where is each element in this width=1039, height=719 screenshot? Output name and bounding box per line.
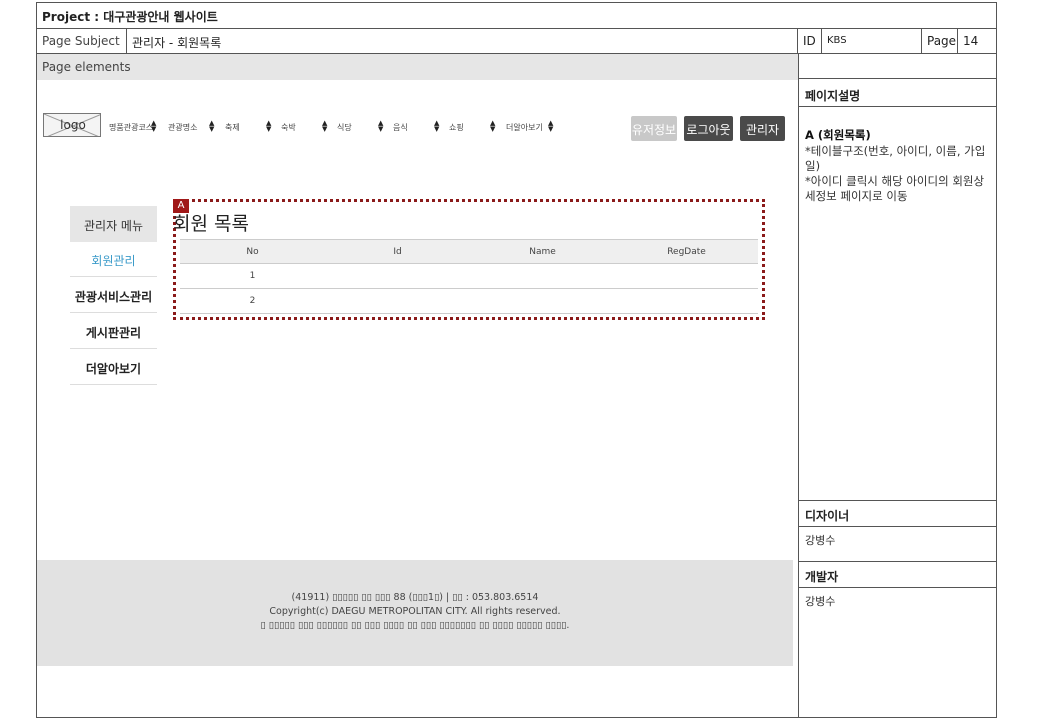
select-arrows-icon: ▲ ▼ (209, 119, 215, 133)
divider (799, 526, 997, 527)
page-elements-label: Page elements (42, 60, 131, 74)
sidebar-item-tour-services[interactable]: 관광서비스관리 (70, 277, 157, 313)
menu-label: 쇼핑 (449, 123, 464, 132)
site-logo[interactable]: logo (43, 113, 101, 137)
description-panel: 페이지설명 A (회원목록) *테이블구조(번호, 아이디, 이름, 가입일) … (798, 54, 997, 718)
menu-select-attractions[interactable]: 관광명소 ▲ ▼ (168, 119, 218, 137)
divider (799, 106, 997, 107)
sidebar-item-more[interactable]: 더알아보기 (70, 349, 157, 385)
page-elements-bar: Page elements (37, 54, 798, 80)
table-header-row: No Id Name RegDate (180, 239, 758, 264)
developer-title: 개발자 (805, 570, 839, 584)
description-title: 페이지설명 (805, 89, 861, 103)
id-value: KBS (822, 29, 922, 53)
menu-label: 축제 (225, 123, 240, 132)
cell-name (470, 263, 615, 289)
select-arrows-icon: ▲ ▼ (322, 119, 328, 133)
page-number: 14 (963, 34, 979, 48)
subject-value: 관리자 - 회원목록 (127, 29, 798, 53)
cell-name (470, 288, 615, 314)
select-arrows-icon: ▲ ▼ (266, 119, 272, 133)
divider (799, 500, 997, 501)
menu-label: 더알아보기 (506, 123, 543, 132)
menu-select-festival[interactable]: 축제 ▲ ▼ (225, 119, 275, 137)
menu-select-more[interactable]: 더알아보기 ▲ ▼ (506, 119, 558, 137)
column-header-no[interactable]: No (180, 239, 325, 264)
sidebar-item-members[interactable]: 회원관리 (70, 241, 157, 277)
select-arrows-icon: ▲ ▼ (151, 119, 157, 133)
footer-address: (41911) ▯▯▯▯▯ ▯▯ ▯▯▯ 88 (▯▯▯1▯) | ▯▯ : 0… (291, 592, 539, 603)
menu-select-food[interactable]: 음식 ▲ ▼ (393, 119, 443, 137)
site-footer: (41911) ▯▯▯▯▯ ▯▯ ▯▯▯ 88 (▯▯▯1▯) | ▯▯ : 0… (37, 560, 793, 666)
page-label: Page (922, 29, 958, 53)
subject-label: Page Subject (37, 29, 127, 53)
column-header-name[interactable]: Name (470, 239, 615, 264)
divider (799, 587, 997, 588)
cell-no: 2 (180, 288, 325, 314)
menu-label: 식당 (337, 123, 352, 132)
sidebar-title: 관리자 메뉴 (70, 206, 157, 242)
column-header-id[interactable]: Id (325, 239, 470, 264)
cell-regdate (615, 288, 758, 314)
table-row: 1 (180, 263, 758, 289)
menu-label: 명품관광코스 (109, 123, 154, 132)
admin-button[interactable]: 관리자 (740, 116, 785, 141)
cell-id[interactable] (325, 288, 470, 314)
id-label: ID (798, 29, 822, 53)
member-table: No Id Name RegDate 1 2 (180, 239, 758, 314)
menu-select-restaurant[interactable]: 식당 ▲ ▼ (337, 119, 387, 137)
menu-label: 관광명소 (168, 123, 198, 132)
menu-label: 숙박 (281, 123, 296, 132)
subject-row: Page Subject 관리자 - 회원목록 ID KBS Page 14 (37, 29, 996, 54)
description-line: *아이디 클릭시 해당 아이디의 회원상세정보 페이지로 이동 (805, 174, 985, 203)
logout-button[interactable]: 로그아웃 (684, 116, 733, 141)
cell-id[interactable] (325, 263, 470, 289)
wireframe-frame: Project : 대구관광안내 웹사이트 Page Subject 관리자 -… (36, 2, 997, 718)
cell-regdate (615, 263, 758, 289)
table-row: 2 (180, 288, 758, 314)
divider (799, 561, 997, 562)
designer-title: 디자이너 (805, 509, 850, 523)
select-arrows-icon: ▲ ▼ (434, 119, 440, 133)
menu-select-course[interactable]: 명품관광코스 ▲ ▼ (109, 119, 161, 137)
sidebar-item-board[interactable]: 게시판관리 (70, 313, 157, 349)
select-arrows-icon: ▲ ▼ (378, 119, 384, 133)
description-line: *테이블구조(번호, 아이디, 이름, 가입일) (805, 144, 986, 173)
page-title: 회원 목록 (173, 213, 249, 235)
description-text: A (회원목록) *테이블구조(번호, 아이디, 이름, 가입일) *아이디 클… (805, 128, 991, 204)
footer-copyright: Copyright(c) DAEGU METROPOLITAN CITY. Al… (269, 606, 561, 617)
column-header-regdate[interactable]: RegDate (615, 239, 758, 264)
footer-notice: ▯ ▯▯▯▯▯ ▯▯▯ ▯▯▯▯▯▯ ▯▯ ▯▯▯ ▯▯▯▯ ▯▯ ▯▯▯ ▯▯… (260, 620, 570, 631)
menu-label: 음식 (393, 123, 408, 132)
developer-name: 강병수 (805, 595, 836, 608)
divider (799, 78, 997, 79)
project-title: Project : 대구관광안내 웹사이트 (42, 10, 218, 24)
logo-text: logo (60, 118, 86, 132)
project-row: Project : 대구관광안내 웹사이트 (37, 3, 996, 29)
user-info-button[interactable]: 유저정보 (631, 116, 677, 141)
cell-no: 1 (180, 263, 325, 289)
designer-name: 강병수 (805, 534, 836, 547)
select-arrows-icon: ▲ ▼ (548, 119, 554, 133)
description-a-title: A (회원목록) (805, 128, 871, 142)
select-arrows-icon: ▲ ▼ (490, 119, 496, 133)
menu-select-lodging[interactable]: 숙박 ▲ ▼ (281, 119, 331, 137)
menu-select-shopping[interactable]: 쇼핑 ▲ ▼ (449, 119, 499, 137)
